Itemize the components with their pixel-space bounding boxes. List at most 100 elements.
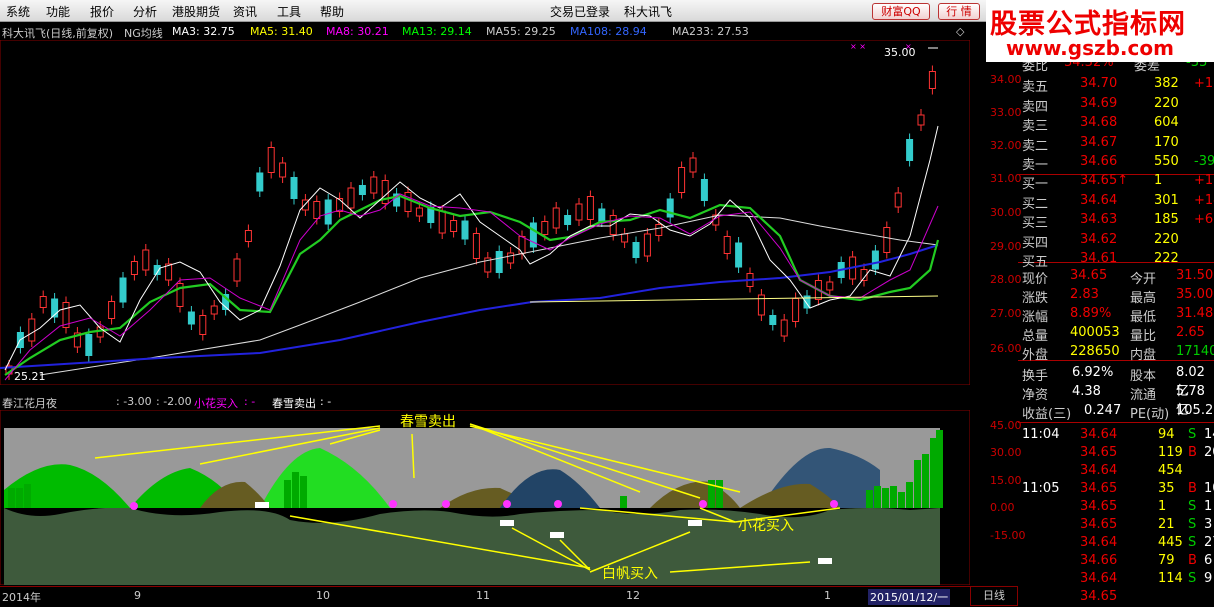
indicator-bar [620,496,627,508]
date-tick: 11 [476,589,490,602]
fundamental-label-2: 流通 [1130,388,1157,403]
ma8-value: MA8: 30.21 [326,25,389,38]
menu-quote[interactable]: 报价 [90,3,114,20]
buy-level-row: 买四 34.62 220 [1018,231,1214,251]
tick-volume: 119 [1158,445,1183,460]
window-restore-icon[interactable]: ◇ [956,25,964,38]
wealth-qq-button[interactable]: 财富QQ [872,3,930,20]
indicator-tick: 15.00 [990,474,1022,487]
fundamental-value: 6.92% [1072,365,1114,380]
tick-time: 11:05 [1022,481,1060,496]
indicator-bar [8,488,15,508]
date-tick: 9 [134,589,141,602]
candle [757,294,765,316]
candle [586,196,594,220]
tick-row: 34.65 119 B 20 [1018,444,1214,463]
tick-count: 3 [1204,517,1213,532]
tick-price: 34.65 [1080,481,1118,496]
tick-price: 34.64 [1080,427,1118,442]
candle [256,172,264,192]
quote-label-2: 量比 [1130,329,1157,344]
quote-label: 总量 [1022,329,1049,344]
indicator-bar [930,438,937,508]
window-stock-title: 科大讯飞 [624,5,673,19]
indicator-v2: : -2.00 [156,395,192,408]
candle [735,242,743,268]
period-tab-daily[interactable]: 日线 [970,586,1018,606]
candle [187,311,195,325]
sail-buy-4 [688,520,702,526]
tick-side: S [1188,499,1197,514]
quote-value: 8.89% [1070,306,1112,321]
menu-analysis[interactable]: 分析 [133,3,157,20]
quote-button[interactable]: 行 情 [938,3,980,20]
candle [336,198,344,212]
login-status: 交易已登录 [550,5,611,19]
candle [404,192,412,212]
quote-label: 涨跌 [1022,291,1049,306]
tick-price: 34.65 [1080,589,1118,604]
annotation-snow-sell: 春雪卖出 [400,414,456,430]
low-price-label: 25.21 [14,370,46,383]
tick-count: 14 [1204,427,1214,442]
candle [370,176,378,194]
menu-system[interactable]: 系统 [6,3,30,20]
tick-count: 9 [1204,571,1213,586]
quote-label-2: 最高 [1130,291,1157,306]
menu-function[interactable]: 功能 [46,3,70,20]
buy-change: +142 [1194,192,1214,208]
menu-tools[interactable]: 工具 [277,3,301,20]
flower-buy-6 [699,500,707,508]
tick-row: 11:04 34.64 94 S 14 [1018,426,1214,445]
tick-volume: 21 [1158,517,1175,532]
sell-price: 34.68 [1080,115,1118,130]
quote-value-2: 35.00 [1176,287,1214,302]
fundamental-value-2: 105.2 [1176,403,1214,418]
fundamental-row: 收益(三) 0.247 PE(动) 105.2 [1018,402,1214,422]
sail-buy-5 [818,558,832,564]
ma5-value: MA5: 31.40 [250,25,313,38]
buy-price: 34.62 [1080,231,1118,247]
flower-buy-5 [554,500,562,508]
tick-price: 34.64 [1080,535,1118,550]
menu-news[interactable]: 资讯 [233,3,257,20]
candle [769,315,777,325]
candle [792,298,800,322]
quote-value: 400053 [1070,325,1120,340]
tick-row: 34.65 [1018,588,1214,607]
indicator-bar [890,486,897,508]
quote-value-2: 2.65 [1176,325,1205,340]
indicator-name: NG均线 [124,27,163,40]
indicator-info-line: 科大讯飞(日线,前复权) NG均线 MA3: 32.75 MA5: 31.40 … [0,23,970,40]
quote-value: 228650 [1070,344,1120,359]
quote-value-2: 171403 [1176,344,1214,359]
tick-price: 34.65 [1080,499,1118,514]
candle [85,334,93,356]
buy-level-row: 买一 34.65↑ 1 +1 [1018,172,1214,192]
candle [643,233,651,257]
buy-volume: 185 [1154,212,1179,227]
tick-price: 34.65 [1080,445,1118,460]
indicator-tick: 0.00 [990,501,1015,514]
sell-level-row: 卖五 34.70 382 +17 [1018,75,1214,95]
spring-river-indicator-chart[interactable]: 春雪卖出 小花买入 白帆买入 [0,410,970,585]
sell-level-label: 卖一 [1022,158,1049,173]
menu-help[interactable]: 帮助 [320,3,344,20]
buy-volume: 222 [1154,251,1179,266]
candlestick-chart[interactable]: 35.00 25.21 × × × [0,40,970,385]
tick-side: B [1188,445,1197,460]
candle [655,224,663,236]
tick-price: 34.64 [1080,463,1118,478]
menu-hk-futures[interactable]: 港股期货 [172,3,220,20]
quote-row: 总量 400053 量比 2.65 [1018,324,1214,344]
ma55-value: MA55: 29.25 [486,25,556,38]
tick-volume: 114 [1158,571,1183,586]
mark-x-2: × [905,42,912,51]
indicator-bar [906,482,913,508]
ma233-value: MA233: 27.53 [672,25,749,38]
fundamental-row: 换手 6.92% 股本 8.02亿 [1018,364,1214,399]
sell-level-label: 卖五 [1022,80,1049,95]
fundamental-value: 0.247 [1084,403,1122,418]
indicator-bar [716,480,723,508]
date-tick: 2014年 [2,591,41,604]
